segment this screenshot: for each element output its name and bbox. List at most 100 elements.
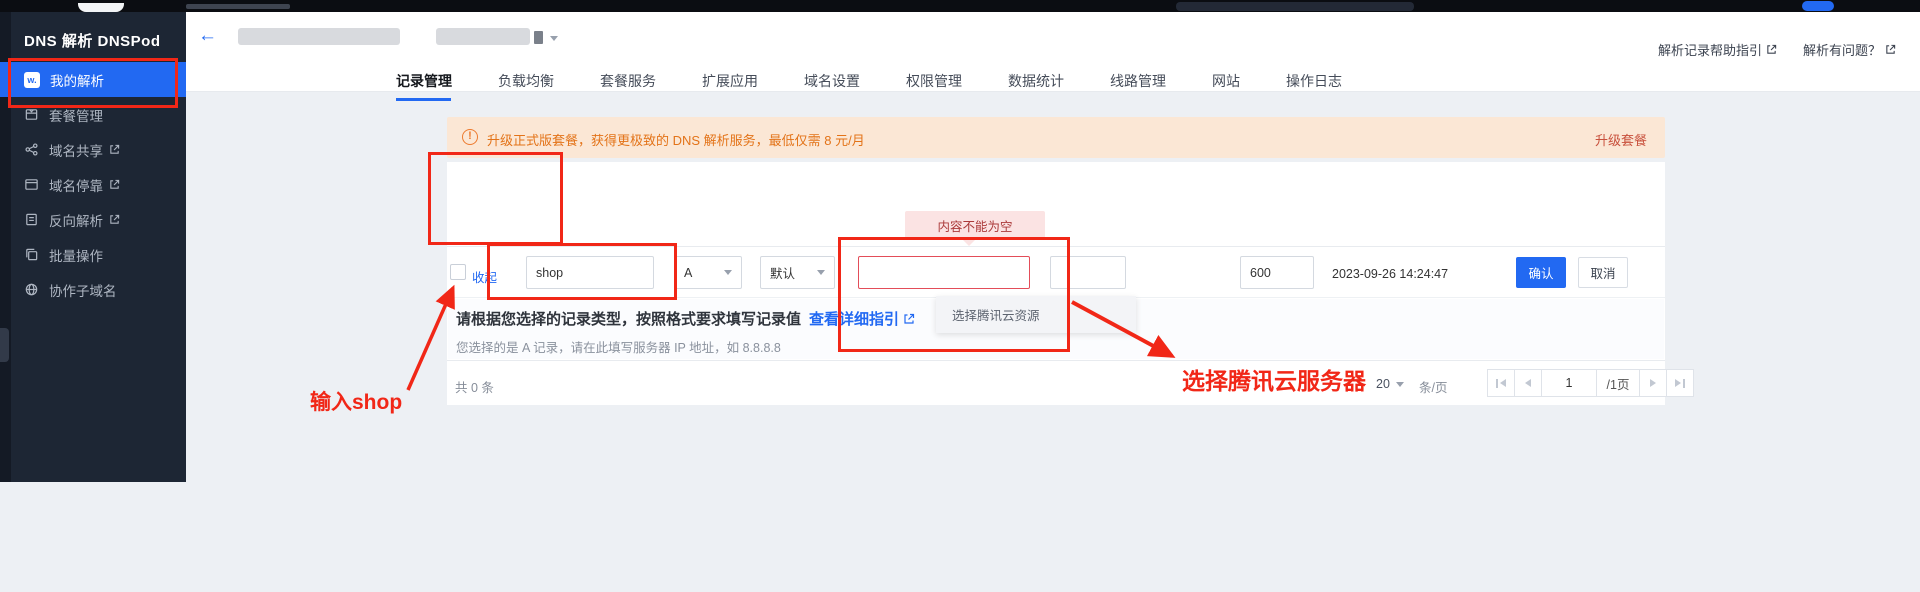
tab-bar: 记录管理 负载均衡 套餐服务 扩展应用 域名设置 权限管理 数据统计 线路管理 … [396, 64, 1365, 104]
first-page-icon [1500, 379, 1506, 387]
document-icon [24, 212, 39, 227]
external-link-icon [1885, 44, 1896, 55]
help-title-line: 请根据您选择的记录类型，按照格式要求填写记录值 查看详细指引 [456, 308, 915, 329]
view-detailed-guide-link[interactable]: 查看详细指引 [809, 308, 915, 329]
first-page-button[interactable] [1487, 369, 1515, 397]
tab-website[interactable]: 网站 [1189, 64, 1263, 104]
pager-controls: 1 /1页 [1488, 369, 1694, 397]
chevron-down-icon [817, 270, 825, 275]
annotation-note-input-shop: 输入shop [310, 386, 402, 416]
record-type-value: A [684, 266, 692, 280]
help-title: 请根据您选择的记录类型，按照格式要求填写记录值 [456, 308, 801, 329]
tab-plan-services[interactable]: 套餐服务 [577, 64, 679, 104]
sidebar-item-domain-sharing[interactable]: 域名共享 [0, 132, 186, 167]
sidebar-item-batch-operations[interactable]: 批量操作 [0, 237, 186, 272]
sidebar-item-label: 域名停靠 [49, 175, 103, 195]
info-warning-icon: ! [462, 129, 478, 145]
browser-window-icon [24, 177, 39, 192]
host-record-input[interactable] [526, 256, 654, 289]
external-link-icon [109, 144, 120, 155]
top-nav-account-button[interactable] [1802, 1, 1834, 11]
sidebar-title: DNS 解析 DNSPod [24, 30, 161, 51]
ttl-input[interactable] [1240, 256, 1314, 289]
external-link-icon [109, 214, 120, 225]
record-type-select[interactable]: A [674, 256, 742, 289]
sidebar-item-my-dns[interactable]: w. 我的解析 [0, 62, 186, 97]
cancel-button[interactable]: 取消 [1578, 257, 1628, 288]
table-header [447, 215, 1665, 247]
last-page-button[interactable] [1666, 369, 1694, 397]
tab-record-management[interactable]: 记录管理 [396, 64, 475, 104]
page-number-input[interactable]: 1 [1541, 369, 1597, 397]
chevron-down-icon [1396, 382, 1404, 387]
select-tencent-resource-option[interactable]: 选择腾讯云资源 [936, 296, 1136, 333]
tab-load-balancing[interactable]: 负载均衡 [475, 64, 577, 104]
prev-page-button[interactable] [1514, 369, 1542, 397]
line-type-value: 默认 [770, 263, 795, 282]
tab-line-management[interactable]: 线路管理 [1087, 64, 1189, 104]
tencent-cloud-logo [78, 3, 124, 12]
domain-name-fragment [534, 31, 543, 44]
tab-domain-settings[interactable]: 域名设置 [781, 64, 883, 104]
chevron-down-icon [724, 270, 732, 275]
sidebar-item-label: 反向解析 [49, 210, 103, 230]
help-link-label: 解析有问题？ [1803, 40, 1881, 59]
domain-switch-caret-icon[interactable] [550, 36, 558, 41]
record-value-input[interactable] [858, 256, 1030, 289]
tab-operation-log[interactable]: 操作日志 [1263, 64, 1365, 104]
pagination-bar: 共 0 条 20 条/页 1 /1页 [447, 360, 1665, 405]
dns-problem-link[interactable]: 解析有问题？ [1803, 40, 1896, 59]
annotation-note-select-server: 选择腾讯云服务器 [1182, 362, 1366, 396]
last-page-icon [1675, 379, 1681, 387]
dnspod-console-page: DNS 解析 DNSPod w. 我的解析 套餐管理 域名共享 域名停靠 [0, 0, 1920, 592]
next-page-button[interactable] [1639, 369, 1667, 397]
share-icon [24, 142, 39, 157]
domain-header: ← 记录管理 负载均衡 套餐服务 扩展应用 域名设置 权限管理 数据统计 线路管… [186, 12, 1920, 92]
tab-data-statistics[interactable]: 数据统计 [985, 64, 1087, 104]
sidebar-item-label: 套餐管理 [49, 105, 103, 125]
header-help-links: 解析记录帮助指引 解析有问题？ [1658, 40, 1896, 59]
package-icon [24, 107, 39, 122]
top-nav-bar [0, 0, 1920, 12]
dns-record-help-link[interactable]: 解析记录帮助指引 [1658, 40, 1777, 59]
upgrade-banner: ! 升级正式版套餐，获得更极致的 DNS 解析服务，最低仅需 8 元/月 升级套… [447, 117, 1665, 158]
help-link-label: 解析记录帮助指引 [1658, 40, 1762, 59]
sidebar-collapse-handle[interactable] [0, 328, 9, 362]
weight-input[interactable] [1050, 256, 1126, 289]
upgrade-plan-link[interactable]: 升级套餐 [1595, 130, 1647, 149]
tab-permission-management[interactable]: 权限管理 [883, 64, 985, 104]
collapse-link[interactable]: 收起 [472, 267, 497, 286]
help-description: 您选择的是 A 记录，请在此填写服务器 IP 地址，如 8.8.8.8 [456, 337, 781, 356]
sidebar-item-label: 域名共享 [49, 140, 103, 160]
prev-page-icon [1525, 379, 1531, 387]
external-link-icon [109, 179, 120, 190]
sidebar-item-collaborative-subdomains[interactable]: 协作子域名 [0, 272, 186, 307]
line-type-select[interactable]: 默认 [760, 256, 835, 289]
page-size-value: 20 [1376, 377, 1390, 391]
top-nav-text-masked [186, 4, 290, 9]
sidebar-item-plan-management[interactable]: 套餐管理 [0, 97, 186, 132]
external-link-icon [903, 313, 915, 325]
page-size-unit: 条/页 [1419, 377, 1447, 396]
external-link-icon [1766, 44, 1777, 55]
top-nav-search[interactable] [1176, 2, 1414, 11]
sidebar-item-domain-parking[interactable]: 域名停靠 [0, 167, 186, 202]
my-dns-icon: w. [24, 72, 40, 88]
page-size-select[interactable]: 20 [1376, 377, 1404, 391]
sidebar: DNS 解析 DNSPod w. 我的解析 套餐管理 域名共享 域名停靠 [0, 12, 186, 482]
banner-message: 升级正式版套餐，获得更极致的 DNS 解析服务，最低仅需 8 元/月 [487, 130, 865, 149]
sidebar-menu: w. 我的解析 套餐管理 域名共享 域名停靠 反向解析 [0, 62, 186, 307]
sidebar-item-label: 批量操作 [49, 245, 103, 265]
domain-name-masked-2[interactable] [436, 28, 530, 45]
sidebar-item-reverse-dns[interactable]: 反向解析 [0, 202, 186, 237]
page-count-label: /1页 [1596, 369, 1640, 397]
confirm-button[interactable]: 确认 [1516, 257, 1566, 288]
back-arrow-icon[interactable]: ← [198, 26, 217, 45]
record-edit-row: 收起 A 默认 2023-09-26 14:24:47 确认 取消 [447, 247, 1665, 298]
validation-tooltip: 内容不能为空 [905, 211, 1045, 240]
tab-extended-apps[interactable]: 扩展应用 [679, 64, 781, 104]
copy-stack-icon [24, 247, 39, 262]
domain-name-masked[interactable] [238, 28, 400, 45]
row-checkbox[interactable] [450, 264, 466, 280]
sidebar-item-label: 我的解析 [50, 70, 104, 90]
